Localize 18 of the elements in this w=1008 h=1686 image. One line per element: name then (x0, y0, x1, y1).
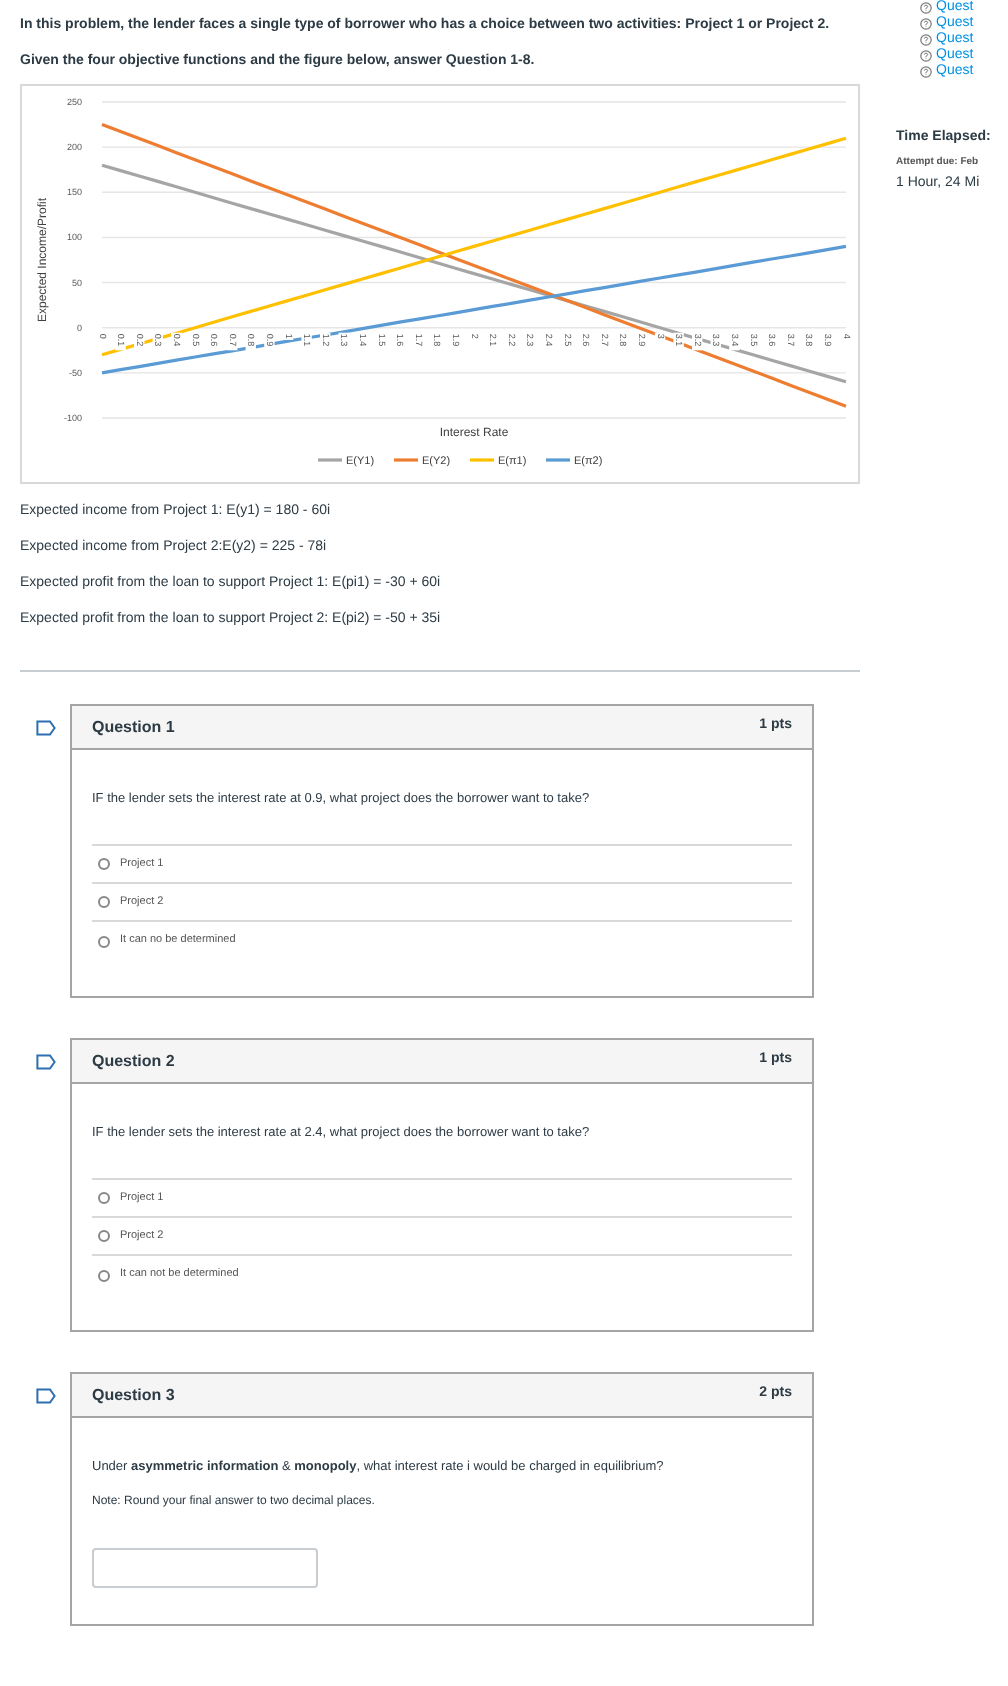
radio-button[interactable] (98, 935, 110, 947)
radio-button[interactable] (98, 1269, 110, 1281)
radio-button[interactable] (98, 858, 110, 870)
help-circle-icon (920, 18, 932, 30)
radio-button[interactable] (98, 1192, 110, 1204)
flag-icon[interactable] (36, 1388, 56, 1404)
help-circle-icon (920, 50, 932, 62)
help-circle-icon (920, 34, 932, 46)
help-circle-icon (920, 2, 932, 14)
question-title: Question 3 (92, 1383, 175, 1407)
question-title: Question 1 (92, 715, 175, 739)
answer-input-field[interactable] (92, 1548, 318, 1588)
help-circle-icon (920, 66, 932, 78)
radio-button[interactable] (98, 896, 110, 908)
flag-icon[interactable] (36, 1054, 56, 1070)
radio-button[interactable] (98, 1230, 110, 1242)
question-title: Question 2 (92, 1049, 175, 1073)
flag-icon[interactable] (36, 720, 56, 736)
